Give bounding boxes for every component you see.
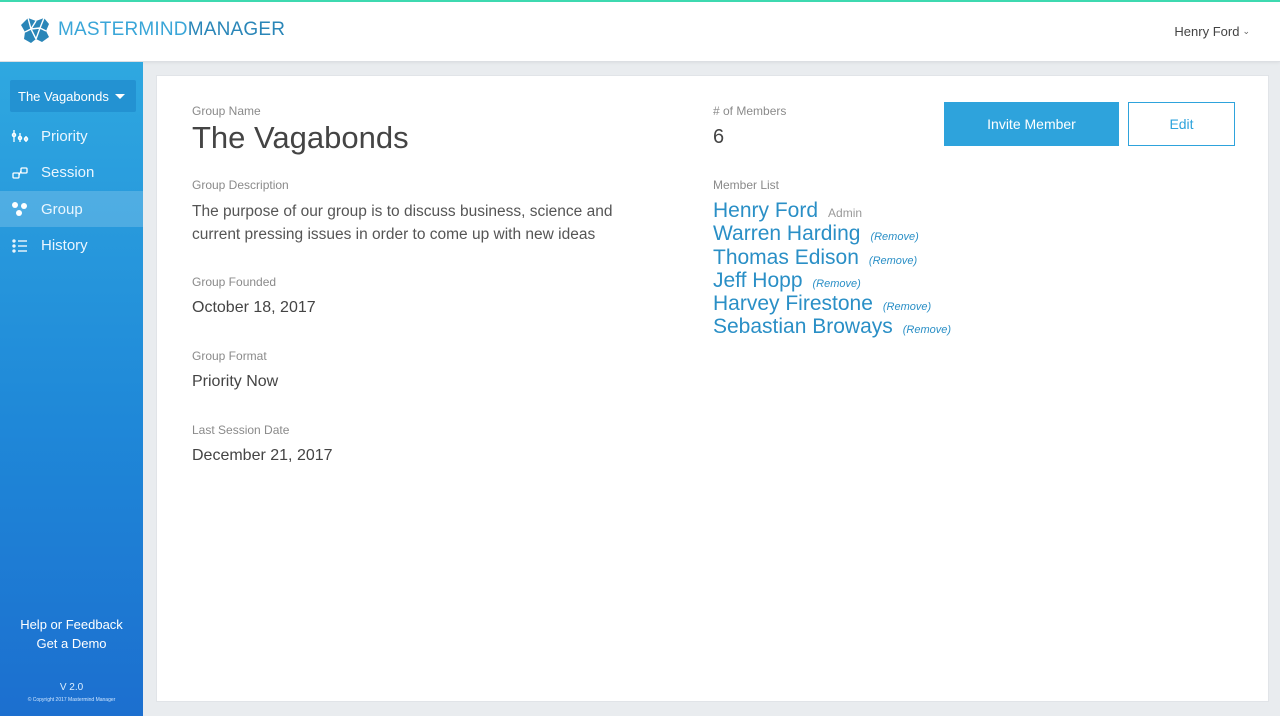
member-row: Sebastian Broways (Remove): [713, 315, 951, 338]
last-session-label: Last Session Date: [192, 423, 290, 437]
member-name[interactable]: Thomas Edison: [713, 246, 859, 270]
invite-member-button[interactable]: Invite Member: [944, 102, 1119, 146]
group-selector-label: The Vagabonds: [18, 89, 109, 104]
session-icon: [12, 166, 28, 179]
member-name[interactable]: Sebastian Broways: [713, 315, 893, 339]
brand-name-part1: MASTERMIND: [58, 19, 188, 40]
version-label: V 2.0: [59, 682, 84, 693]
remove-member-link[interactable]: (Remove): [883, 301, 931, 313]
top-bar: MASTERMINDMANAGER Henry Ford ⌄: [0, 0, 1280, 62]
user-name: Henry Ford: [1174, 24, 1240, 39]
member-row: Warren Harding (Remove): [713, 222, 951, 245]
chevron-down-icon: ⌄: [1242, 26, 1250, 36]
sidebar-item-priority[interactable]: Priority: [0, 118, 143, 154]
sidebar-item-label: History: [41, 237, 88, 255]
member-name[interactable]: Henry Ford: [713, 199, 818, 223]
user-menu[interactable]: Henry Ford ⌄: [1174, 24, 1250, 39]
remove-member-link[interactable]: (Remove): [903, 324, 951, 336]
sidebar-item-history[interactable]: History: [0, 228, 143, 264]
help-feedback-link[interactable]: Help or Feedback: [0, 615, 143, 634]
sidebar-item-session[interactable]: Session: [0, 155, 143, 191]
sidebar-item-label: Priority: [41, 127, 88, 145]
edit-button[interactable]: Edit: [1128, 102, 1235, 146]
sidebar: The Vagabonds Priority Session Group His…: [0, 62, 143, 716]
brand-logo[interactable]: MASTERMINDMANAGER: [18, 15, 285, 45]
remove-member-link[interactable]: (Remove): [870, 231, 918, 243]
members-count-value: 6: [713, 126, 725, 148]
group-founded-label: Group Founded: [192, 275, 277, 289]
member-name[interactable]: Harvey Firestone: [713, 292, 873, 316]
group-description-label: Group Description: [192, 178, 289, 192]
member-name[interactable]: Jeff Hopp: [713, 269, 803, 293]
member-row: Jeff Hopp (Remove): [713, 269, 951, 292]
group-name: The Vagabonds: [192, 120, 409, 155]
group-details-card: Group Name The Vagabonds Group Descripti…: [156, 75, 1269, 702]
get-demo-link[interactable]: Get a Demo: [0, 634, 143, 653]
priority-icon: [11, 130, 29, 142]
sidebar-item-label: Group: [41, 200, 83, 218]
remove-member-link[interactable]: (Remove): [813, 278, 861, 290]
member-list-label: Member List: [713, 178, 780, 192]
group-icon: [12, 202, 27, 217]
brand-name-part2: MANAGER: [187, 19, 286, 40]
remove-member-link[interactable]: (Remove): [869, 255, 917, 267]
sidebar-links: Help or Feedback Get a Demo: [0, 615, 143, 653]
copyright-text: © Copyright 2017 Mastermind Manager: [27, 697, 116, 703]
brand-name: MASTERMINDMANAGER: [58, 19, 285, 41]
last-session-value: December 21, 2017: [192, 447, 333, 464]
group-format-label: Group Format: [192, 349, 267, 363]
sidebar-item-group[interactable]: Group: [0, 191, 143, 228]
member-list: Henry Ford Admin Warren Harding (Remove)…: [713, 199, 951, 339]
group-description: The purpose of our group is to discuss b…: [192, 203, 613, 243]
sidebar-item-label: Session: [41, 164, 95, 182]
group-name-label: Group Name: [192, 104, 261, 118]
caret-down-icon: [115, 94, 125, 99]
admin-badge: Admin: [828, 206, 863, 220]
member-row: Harvey Firestone (Remove): [713, 292, 951, 315]
members-count-label: # of Members: [713, 104, 787, 118]
member-row: Thomas Edison (Remove): [713, 246, 951, 269]
member-row: Henry Ford Admin: [713, 199, 951, 222]
group-founded-value: October 18, 2017: [192, 299, 316, 316]
member-name[interactable]: Warren Harding: [713, 222, 860, 246]
history-icon: [12, 239, 27, 253]
group-selector[interactable]: The Vagabonds: [10, 80, 136, 112]
brain-logo-icon: [21, 17, 49, 43]
group-format-value: Priority Now: [192, 373, 279, 390]
sidebar-nav: Priority Session Group History: [0, 118, 143, 264]
